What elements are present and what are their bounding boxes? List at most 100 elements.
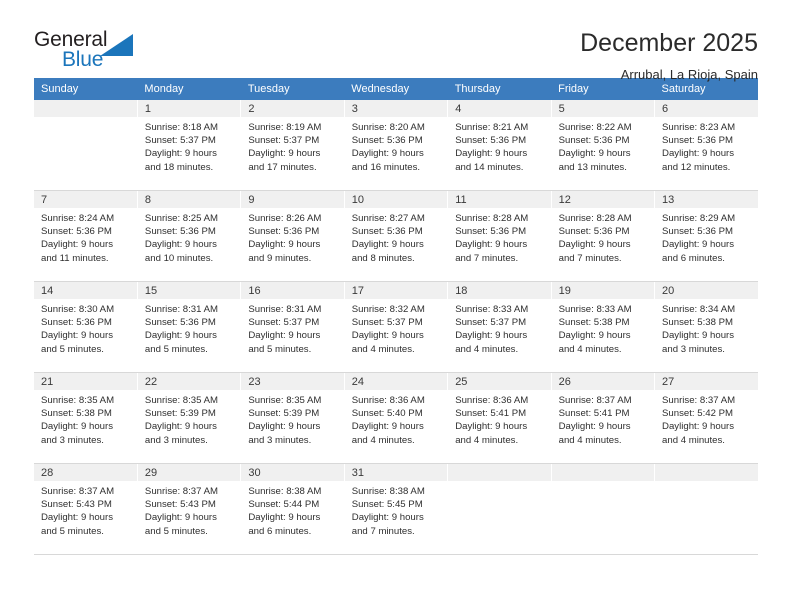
day-sun-info: Sunrise: 8:35 AM Sunset: 5:39 PM Daylight:… <box>241 390 343 447</box>
sunset-time: Sunset: 5:36 PM <box>662 135 733 147</box>
daylight-duration-line1: Daylight: 9 hours <box>558 239 631 251</box>
calendar-day-cell[interactable]: 7 Sunrise: 8:24 AM Sunset: 5:36 PM Daylight… <box>34 190 138 282</box>
calendar-body: 1 Sunrise: 8:18 AM Sunset: 5:37 PM Daylight… <box>34 100 758 555</box>
calendar-day-cell[interactable]: 25 Sunrise: 8:36 AM Sunset: 5:41 PM Dayligh… <box>447 372 552 464</box>
calendar-day-cell[interactable]: 2 Sunrise: 8:19 AM Sunset: 5:37 PM Daylight… <box>240 100 345 191</box>
weekday-header-sunday: Sunday <box>34 78 138 100</box>
sunrise-time: Sunrise: 8:37 AM <box>144 486 218 497</box>
calendar-day-cell[interactable]: 23 Sunrise: 8:35 AM Sunset: 5:39 PM Dayligh… <box>240 372 345 464</box>
sunset-time: Sunset: 5:44 PM <box>248 499 320 511</box>
calendar-table: Sunday Monday Tuesday Wednesday Thursday… <box>34 78 758 555</box>
daylight-duration-line2: and 13 minutes. <box>558 161 627 173</box>
calendar-day-cell[interactable]: 4 Sunrise: 8:21 AM Sunset: 5:36 PM Daylight… <box>447 100 552 191</box>
calendar-day-cell-empty <box>447 463 552 555</box>
daylight-duration-line1: Daylight: 9 hours <box>41 239 113 251</box>
calendar-day-cell[interactable]: 9 Sunrise: 8:26 AM Sunset: 5:36 PM Daylight… <box>240 190 345 282</box>
calendar-day-cell[interactable]: 21 Sunrise: 8:35 AM Sunset: 5:38 PM Dayligh… <box>34 372 138 464</box>
sunset-time: Sunset: 5:39 PM <box>248 408 320 420</box>
calendar-day-cell[interactable]: 19 Sunrise: 8:33 AM Sunset: 5:38 PM Dayligh… <box>551 281 656 373</box>
sunset-time: Sunset: 5:36 PM <box>144 317 216 329</box>
calendar-day-cell[interactable]: 30 Sunrise: 8:38 AM Sunset: 5:44 PM Dayligh… <box>240 463 345 555</box>
daylight-duration-line2: and 7 minutes. <box>455 252 519 264</box>
day-sun-info: Sunrise: 8:35 AM Sunset: 5:39 PM Daylight:… <box>138 390 240 447</box>
general-blue-logo[interactable]: General Blue <box>34 28 144 76</box>
calendar-day-cell-empty <box>654 463 758 555</box>
day-sun-info: Sunrise: 8:20 AM Sunset: 5:36 PM Daylight:… <box>345 117 447 174</box>
day-number: 22 <box>137 373 241 390</box>
day-number: 7 <box>34 191 137 208</box>
calendar-day-cell[interactable]: 15 Sunrise: 8:31 AM Sunset: 5:36 PM Dayligh… <box>137 281 242 373</box>
sunset-time: Sunset: 5:36 PM <box>558 135 630 147</box>
day-sun-info: Sunrise: 8:23 AM Sunset: 5:36 PM Daylight:… <box>655 117 758 174</box>
daylight-duration-line2: and 4 minutes. <box>558 343 622 355</box>
sunset-time: Sunset: 5:36 PM <box>41 317 112 329</box>
daylight-duration-line1: Daylight: 9 hours <box>144 330 217 342</box>
sunrise-time: Sunrise: 8:21 AM <box>455 122 529 133</box>
daylight-duration-line2: and 12 minutes. <box>662 161 731 173</box>
calendar-day-cell[interactable]: 13 Sunrise: 8:29 AM Sunset: 5:36 PM Dayligh… <box>654 190 758 282</box>
day-sun-info: Sunrise: 8:35 AM Sunset: 5:38 PM Daylight:… <box>34 390 137 447</box>
calendar-day-cell[interactable]: 26 Sunrise: 8:37 AM Sunset: 5:41 PM Dayligh… <box>551 372 656 464</box>
calendar-day-cell[interactable]: 12 Sunrise: 8:28 AM Sunset: 5:36 PM Dayligh… <box>551 190 656 282</box>
sunrise-time: Sunrise: 8:34 AM <box>662 304 736 315</box>
calendar-day-cell[interactable]: 24 Sunrise: 8:36 AM Sunset: 5:40 PM Dayligh… <box>344 372 449 464</box>
calendar-day-cell[interactable]: 29 Sunrise: 8:37 AM Sunset: 5:43 PM Dayligh… <box>137 463 242 555</box>
daylight-duration-line1: Daylight: 9 hours <box>351 421 424 433</box>
calendar-day-cell[interactable]: 11 Sunrise: 8:28 AM Sunset: 5:36 PM Dayligh… <box>447 190 552 282</box>
calendar-day-cell[interactable]: 3 Sunrise: 8:20 AM Sunset: 5:36 PM Daylight… <box>344 100 449 191</box>
day-number: 4 <box>448 100 551 117</box>
sunset-time: Sunset: 5:36 PM <box>351 135 423 147</box>
calendar-day-cell[interactable]: 1 Sunrise: 8:18 AM Sunset: 5:37 PM Daylight… <box>137 100 242 191</box>
sunrise-time: Sunrise: 8:37 AM <box>558 395 632 406</box>
sunset-time: Sunset: 5:37 PM <box>455 317 527 329</box>
sunrise-time: Sunrise: 8:35 AM <box>144 395 218 406</box>
calendar-day-cell[interactable]: 27 Sunrise: 8:37 AM Sunset: 5:42 PM Dayligh… <box>654 372 758 464</box>
day-number: 15 <box>137 282 241 299</box>
calendar-week-row: 1 Sunrise: 8:18 AM Sunset: 5:37 PM Daylight… <box>34 100 758 191</box>
sunrise-time: Sunrise: 8:31 AM <box>248 304 322 315</box>
daylight-duration-line2: and 17 minutes. <box>248 161 317 173</box>
daylight-duration-line2: and 5 minutes. <box>248 343 312 355</box>
daylight-duration-line1: Daylight: 9 hours <box>248 421 321 433</box>
calendar-day-cell[interactable]: 17 Sunrise: 8:32 AM Sunset: 5:37 PM Dayligh… <box>344 281 449 373</box>
daylight-duration-line1: Daylight: 9 hours <box>455 148 528 160</box>
day-sun-info: Sunrise: 8:36 AM Sunset: 5:41 PM Daylight:… <box>448 390 550 447</box>
calendar-day-cell[interactable]: 28 Sunrise: 8:37 AM Sunset: 5:43 PM Dayligh… <box>34 463 138 555</box>
calendar-day-cell[interactable]: 8 Sunrise: 8:25 AM Sunset: 5:36 PM Daylight… <box>137 190 242 282</box>
calendar-day-cell[interactable]: 31 Sunrise: 8:38 AM Sunset: 5:45 PM Dayligh… <box>344 463 449 555</box>
daylight-duration-line1: Daylight: 9 hours <box>351 148 424 160</box>
day-sun-info: Sunrise: 8:37 AM Sunset: 5:42 PM Daylight:… <box>655 390 758 447</box>
day-sun-info: Sunrise: 8:24 AM Sunset: 5:36 PM Daylight:… <box>34 208 137 265</box>
calendar-day-cell[interactable]: 14 Sunrise: 8:30 AM Sunset: 5:36 PM Dayligh… <box>34 281 138 373</box>
daylight-duration-line2: and 4 minutes. <box>558 434 622 446</box>
daylight-duration-line1: Daylight: 9 hours <box>144 512 217 524</box>
calendar-day-cell[interactable]: 10 Sunrise: 8:27 AM Sunset: 5:36 PM Dayligh… <box>344 190 449 282</box>
day-number: 2 <box>241 100 344 117</box>
weekday-header-monday: Monday <box>137 78 241 100</box>
sunrise-time: Sunrise: 8:36 AM <box>455 395 529 406</box>
calendar-day-cell[interactable]: 20 Sunrise: 8:34 AM Sunset: 5:38 PM Dayligh… <box>654 281 758 373</box>
daylight-duration-line1: Daylight: 9 hours <box>455 330 528 342</box>
calendar-day-cell[interactable]: 18 Sunrise: 8:33 AM Sunset: 5:37 PM Dayligh… <box>447 281 552 373</box>
daylight-duration-line2: and 9 minutes. <box>248 252 312 264</box>
daylight-duration-line1: Daylight: 9 hours <box>351 330 424 342</box>
day-sun-info: Sunrise: 8:29 AM Sunset: 5:36 PM Daylight:… <box>655 208 758 265</box>
day-number: 27 <box>655 373 758 390</box>
daylight-duration-line1: Daylight: 9 hours <box>558 148 631 160</box>
weekday-header-wednesday: Wednesday <box>344 78 448 100</box>
day-number: 26 <box>551 373 655 390</box>
day-number: 18 <box>448 282 551 299</box>
day-sun-info: Sunrise: 8:21 AM Sunset: 5:36 PM Daylight:… <box>448 117 550 174</box>
sunset-time: Sunset: 5:41 PM <box>558 408 630 420</box>
calendar-day-cell[interactable]: 6 Sunrise: 8:23 AM Sunset: 5:36 PM Daylight… <box>654 100 758 191</box>
day-sun-info: Sunrise: 8:36 AM Sunset: 5:40 PM Daylight:… <box>345 390 447 447</box>
day-number: 8 <box>137 191 241 208</box>
calendar-day-cell[interactable]: 16 Sunrise: 8:31 AM Sunset: 5:37 PM Dayligh… <box>240 281 345 373</box>
day-sun-info: Sunrise: 8:19 AM Sunset: 5:37 PM Daylight:… <box>241 117 343 174</box>
day-number: 20 <box>655 282 758 299</box>
day-sun-info: Sunrise: 8:37 AM Sunset: 5:43 PM Daylight:… <box>34 481 137 538</box>
title-block: December 2025 Arrubal, La Rioja, Spain <box>580 28 758 84</box>
page-title: December 2025 <box>580 29 758 57</box>
calendar-day-cell[interactable]: 5 Sunrise: 8:22 AM Sunset: 5:36 PM Daylight… <box>551 100 656 191</box>
calendar-day-cell[interactable]: 22 Sunrise: 8:35 AM Sunset: 5:39 PM Dayligh… <box>137 372 242 464</box>
